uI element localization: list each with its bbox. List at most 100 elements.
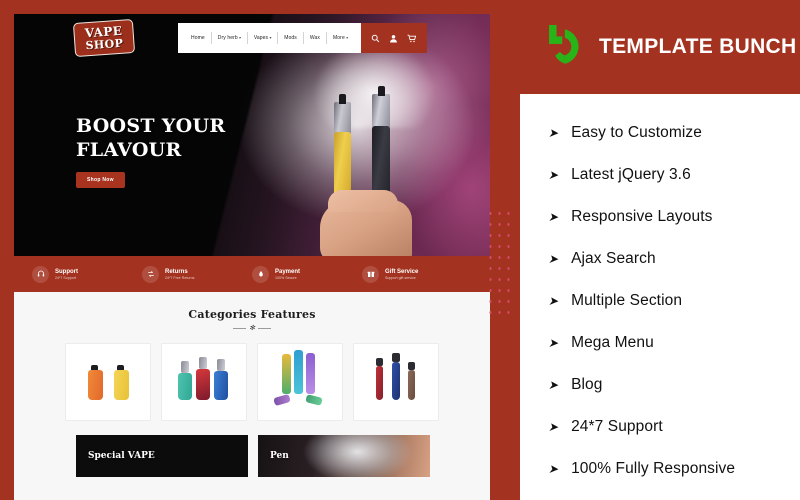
hero-title-line1: BOOST YOUR — [76, 115, 226, 137]
feature-label: 100% Fully Responsive — [571, 460, 736, 477]
vape-device-dark-tip — [378, 86, 385, 96]
vape-device-yellow-tip — [339, 94, 346, 104]
service-subtitle: Support gift service — [385, 275, 416, 280]
template-bunch-logo-icon — [549, 25, 579, 64]
nav-item-vapes[interactable]: Vapes▾ — [248, 35, 277, 41]
feature-item-latest-jquery: ➤ Latest jQuery 3.6 — [548, 154, 800, 196]
dot-pattern-decoration — [486, 208, 512, 320]
arrow-bullet-icon: ➤ — [548, 336, 559, 350]
website-preview-panel: VAPE SHOP Home Dry herb▾ Vapes▾ Mods Wax… — [14, 14, 490, 500]
service-title: Gift Service — [385, 268, 419, 275]
cart-icon[interactable] — [407, 34, 417, 43]
arrow-bullet-icon: ➤ — [548, 252, 559, 266]
service-item-returns[interactable]: Returns 24*7 Free Returns — [142, 265, 252, 283]
nav-label: Wax — [309, 35, 321, 41]
arrow-bullet-icon: ➤ — [548, 378, 559, 392]
categories-heading: Categories Features — [188, 308, 316, 321]
vape-device-dark-tank — [372, 94, 390, 128]
heading-divider: ✻ — [229, 325, 275, 332]
nav-item-home[interactable]: Home — [185, 35, 211, 41]
arrow-bullet-icon: ➤ — [548, 462, 559, 476]
promo-label: Pen — [270, 451, 289, 461]
nav-label: Home — [191, 35, 205, 41]
service-item-support[interactable]: Support 24*7 Support — [32, 265, 142, 283]
category-card[interactable] — [257, 343, 343, 421]
vape-device-yellow-tank — [334, 102, 351, 134]
nav-item-more[interactable]: More▾ — [327, 35, 354, 41]
site-logo-line2: SHOP — [85, 36, 124, 52]
search-icon[interactable] — [371, 34, 380, 43]
header-action-icons — [360, 23, 427, 53]
arrow-bullet-icon: ➤ — [548, 210, 559, 224]
returns-icon — [142, 265, 159, 283]
category-card[interactable] — [161, 343, 247, 421]
service-subtitle: 24*7 Support — [55, 275, 76, 280]
arrow-bullet-icon: ➤ — [548, 126, 559, 140]
brand-header: TEMPLATE BUNCH — [520, 0, 800, 94]
service-features-bar: Support 24*7 Support Returns 24*7 Free R… — [14, 256, 490, 292]
promo-banner-pen[interactable]: Pen — [258, 435, 430, 477]
nav-item-wax[interactable]: Wax — [304, 35, 326, 41]
user-icon[interactable] — [389, 34, 398, 43]
feature-item-responsive-layouts: ➤ Responsive Layouts — [548, 196, 800, 238]
nav-label: Vapes — [253, 35, 269, 41]
gift-icon — [362, 265, 379, 283]
promo-label: Special VAPE — [88, 451, 155, 461]
marketing-panel: TEMPLATE BUNCH ➤ Easy to Customize ➤ Lat… — [520, 0, 800, 500]
service-item-payment[interactable]: Payment 100% Secure — [252, 265, 362, 283]
service-subtitle: 24*7 Free Returns — [165, 275, 195, 280]
feature-label: Responsive Layouts — [571, 208, 713, 225]
service-title: Support — [55, 268, 78, 275]
arrow-bullet-icon: ➤ — [548, 294, 559, 308]
nav-label: Mods — [284, 35, 297, 41]
hero-banner: VAPE SHOP Home Dry herb▾ Vapes▾ Mods Wax… — [14, 14, 490, 256]
feature-label: 24*7 Support — [571, 418, 663, 435]
service-item-gift[interactable]: Gift Service Support gift service — [362, 265, 472, 283]
feature-label: Ajax Search — [571, 250, 656, 267]
category-card-grid — [14, 343, 490, 421]
chevron-down-icon: ▾ — [269, 35, 272, 40]
feature-label: Multiple Section — [571, 292, 683, 309]
divider-line-left — [233, 328, 247, 329]
nav-label: Dry herb — [217, 35, 238, 41]
arrow-bullet-icon: ➤ — [548, 420, 559, 434]
chevron-down-icon: ▾ — [345, 35, 348, 40]
categories-section: Categories Features ✻ Special VAPE Pen — [14, 292, 490, 477]
site-logo[interactable]: VAPE SHOP — [72, 18, 136, 58]
category-card[interactable] — [353, 343, 439, 421]
hand-holding-devices — [320, 190, 412, 256]
service-subtitle: 100% Secure — [275, 275, 297, 280]
nav-item-dry-herb[interactable]: Dry herb▾ — [212, 35, 247, 41]
feature-item-mega-menu: ➤ Mega Menu — [548, 322, 800, 364]
feature-label: Mega Menu — [571, 334, 654, 351]
feature-item-fully-responsive: ➤ 100% Fully Responsive — [548, 448, 800, 490]
hero-title: BOOST YOUR FLAVOUR — [76, 114, 225, 163]
shop-now-button[interactable]: Shop Now — [76, 171, 125, 188]
feature-item-multiple-section: ➤ Multiple Section — [548, 280, 800, 322]
feature-item-easy-to-customize: ➤ Easy to Customize — [548, 112, 800, 154]
hero-title-line2: FLAVOUR — [76, 139, 182, 162]
main-navigation: Home Dry herb▾ Vapes▾ Mods Wax More▾ — [178, 23, 361, 53]
chevron-down-icon: ▾ — [238, 35, 241, 40]
divider-line-right — [257, 328, 271, 329]
headset-icon — [32, 265, 49, 283]
nav-item-mods[interactable]: Mods — [278, 35, 303, 41]
service-title: Returns — [165, 268, 188, 275]
promo-banner-special-vape[interactable]: Special VAPE — [76, 435, 248, 477]
brand-title: TEMPLATE BUNCH — [599, 35, 797, 58]
feature-item-support: ➤ 24*7 Support — [548, 406, 800, 448]
divider-ornament-icon: ✻ — [249, 325, 255, 332]
category-card[interactable] — [65, 343, 151, 421]
feature-item-blog: ➤ Blog — [548, 364, 800, 406]
service-title: Payment — [275, 268, 301, 275]
feature-label: Easy to Customize — [571, 124, 702, 141]
site-header: VAPE SHOP Home Dry herb▾ Vapes▾ Mods Wax… — [14, 14, 490, 62]
feature-item-ajax-search: ➤ Ajax Search — [548, 238, 800, 280]
feature-list: ➤ Easy to Customize ➤ Latest jQuery 3.6 … — [520, 94, 800, 500]
arrow-bullet-icon: ➤ — [548, 168, 559, 182]
nav-label: More — [333, 35, 345, 41]
feature-label: Blog — [571, 376, 603, 393]
hero-copy: BOOST YOUR FLAVOUR Shop Now — [76, 114, 225, 188]
promo-banner-row: Special VAPE Pen — [76, 435, 490, 477]
payment-icon — [252, 265, 269, 283]
